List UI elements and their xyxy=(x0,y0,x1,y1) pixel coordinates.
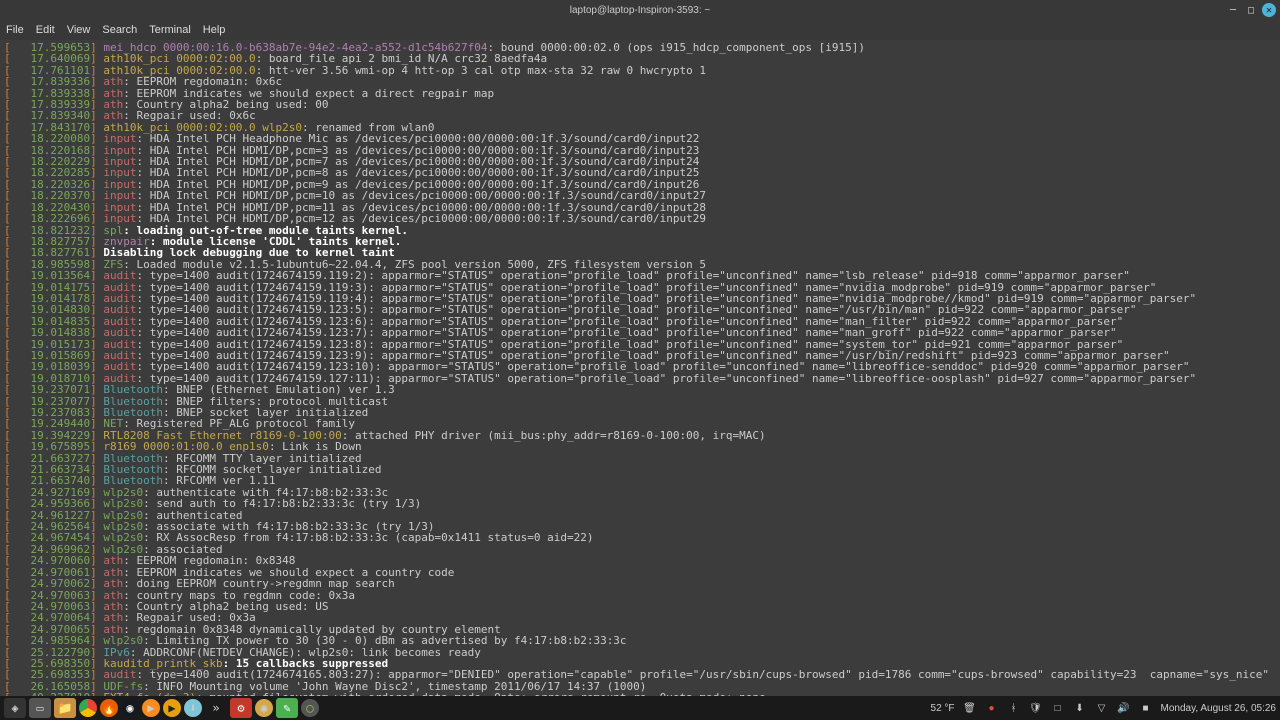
system-tray: 52 °F 🗑 ● ᚼ 🛡 □ ⬇ ▽ 🔊 ■ Monday, August 2… xyxy=(931,701,1276,715)
firefox-icon[interactable]: 🔥 xyxy=(100,699,118,717)
menu-edit[interactable]: Edit xyxy=(36,24,55,36)
taskbar: ◈ ▭ 📁 🔥 ◉ ▶ ▶ ⬇ » ⚙ ◉ ✎ ◯ 52 °F 🗑 ● ᚼ 🛡 … xyxy=(0,696,1280,720)
tray-app-icon[interactable]: □ xyxy=(1051,701,1065,715)
tray-network-icon[interactable]: ▽ xyxy=(1095,701,1109,715)
steam-icon[interactable]: ◉ xyxy=(121,699,139,717)
window-controls: ─ □ ✕ xyxy=(1226,3,1276,17)
settings-icon[interactable]: ⚙ xyxy=(230,698,252,718)
maximize-button[interactable]: □ xyxy=(1244,3,1258,17)
tray-battery-icon[interactable]: ■ xyxy=(1139,701,1153,715)
disc-icon[interactable]: ◉ xyxy=(255,699,273,717)
clock[interactable]: Monday, August 26, 05:26 xyxy=(1161,703,1276,714)
window-title: laptop@laptop-Inspiron-3593: ~ xyxy=(570,5,711,16)
editor-icon[interactable]: ✎ xyxy=(276,698,298,718)
vlc-icon[interactable]: ▶ xyxy=(142,699,160,717)
start-menu-icon[interactable]: ◈ xyxy=(4,698,26,718)
tray-record-icon[interactable]: ● xyxy=(985,701,999,715)
file-manager-icon[interactable]: 📁 xyxy=(54,698,76,718)
terminal-output[interactable]: [ 17.599653] mei_hdcp 0000:00:16.0-b638a… xyxy=(0,40,1280,696)
menubar: File Edit View Search Terminal Help xyxy=(0,20,1280,40)
close-button[interactable]: ✕ xyxy=(1262,3,1276,17)
mint-icon[interactable]: ◯ xyxy=(301,699,319,717)
tray-bluetooth-icon[interactable]: ᚼ xyxy=(1007,701,1021,715)
menu-search[interactable]: Search xyxy=(102,24,137,36)
show-desktop-icon[interactable]: ▭ xyxy=(29,698,51,718)
menu-view[interactable]: View xyxy=(67,24,91,36)
more-apps-icon[interactable]: » xyxy=(205,698,227,718)
tray-download-icon[interactable]: ⬇ xyxy=(1073,701,1087,715)
tray-volume-icon[interactable]: 🔊 xyxy=(1117,701,1131,715)
menu-terminal[interactable]: Terminal xyxy=(149,24,191,36)
titlebar: laptop@laptop-Inspiron-3593: ~ ─ □ ✕ xyxy=(0,0,1280,20)
menu-file[interactable]: File xyxy=(6,24,24,36)
software-icon[interactable]: ⬇ xyxy=(184,699,202,717)
tray-shield-icon[interactable]: 🛡 xyxy=(1029,701,1043,715)
weather-temp[interactable]: 52 °F xyxy=(931,703,955,714)
minimize-button[interactable]: ─ xyxy=(1226,3,1240,17)
plex-icon[interactable]: ▶ xyxy=(163,699,181,717)
menu-help[interactable]: Help xyxy=(203,24,226,36)
chrome-icon[interactable] xyxy=(79,699,97,717)
tray-trash-icon[interactable]: 🗑 xyxy=(963,701,977,715)
